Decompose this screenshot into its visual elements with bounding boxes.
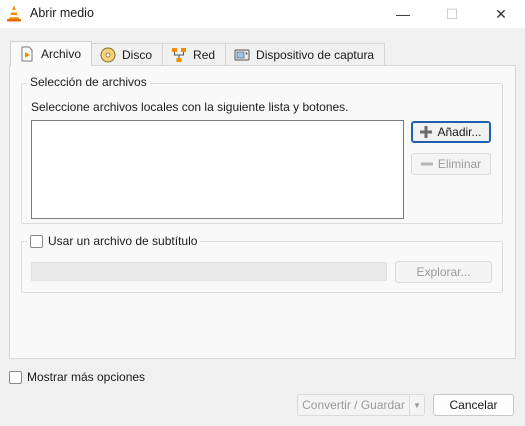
tab-label: Archivo (41, 47, 82, 61)
maximize-button[interactable]: ☐ (429, 0, 475, 28)
title-bar: Abrir medio — ☐ ✕ (0, 0, 525, 28)
file-selection-description: Seleccione archivos locales con la sigui… (31, 100, 349, 114)
remove-button[interactable]: Eliminar (411, 153, 491, 175)
archivo-tab-panel: Selección de archivos Seleccione archivo… (9, 65, 516, 359)
add-button-label: Añadir... (437, 125, 482, 139)
tab-label: Dispositivo de captura (256, 48, 375, 62)
cancel-button[interactable]: Cancelar (433, 394, 514, 416)
subtitle-checkbox-box[interactable] (30, 234, 43, 248)
file-list[interactable] (31, 120, 404, 219)
dropdown-arrow-icon[interactable]: ▼ (410, 395, 424, 415)
tab-archivo[interactable]: Archivo (10, 41, 93, 66)
more-options-label: Mostrar más opciones (27, 370, 146, 384)
capture-device-icon (234, 49, 250, 61)
tab-bar: Archivo Disco Red Dispositivo de captura (10, 41, 386, 66)
disc-icon (100, 47, 116, 63)
tab-label: Red (193, 48, 216, 62)
more-options-checkbox-box[interactable] (9, 370, 22, 384)
tab-disco[interactable]: Disco (91, 43, 164, 66)
file-play-icon (21, 46, 33, 62)
add-button[interactable]: Añadir... (411, 121, 491, 143)
vlc-cone-icon (7, 5, 21, 22)
subtitle-checkbox[interactable]: Usar un archivo de subtítulo (27, 234, 201, 248)
network-icon (172, 48, 187, 62)
browse-button[interactable]: Explorar... (395, 261, 492, 283)
tab-label: Disco (122, 48, 153, 62)
tab-red[interactable]: Red (162, 43, 227, 66)
remove-button-label: Eliminar (437, 157, 482, 171)
tab-dispositivo-captura[interactable]: Dispositivo de captura (225, 43, 386, 66)
convert-save-label: Convertir / Guardar (298, 395, 410, 415)
subtitle-checkbox-label: Usar un archivo de subtítulo (48, 234, 198, 248)
close-button[interactable]: ✕ (478, 0, 524, 28)
minus-icon (420, 162, 433, 166)
minimize-button[interactable]: — (380, 0, 426, 28)
file-selection-title: Selección de archivos (27, 75, 150, 89)
plus-icon (420, 126, 433, 138)
window-title: Abrir medio (30, 6, 94, 20)
subtitle-file-input[interactable] (31, 262, 387, 281)
convert-save-button[interactable]: Convertir / Guardar ▼ (297, 394, 425, 416)
more-options-checkbox[interactable]: Mostrar más opciones (9, 370, 145, 384)
